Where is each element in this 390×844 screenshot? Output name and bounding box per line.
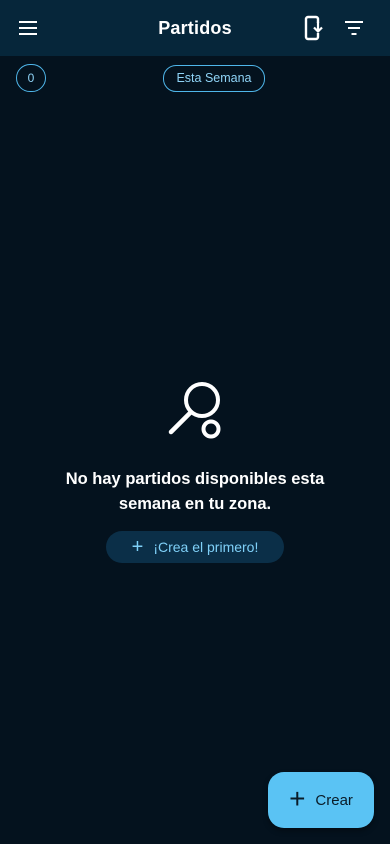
- create-fab-label: Crear: [315, 791, 353, 809]
- plus-icon: +: [131, 536, 144, 558]
- empty-state-message: No hay partidos disponibles esta semana …: [65, 470, 325, 513]
- create-fab[interactable]: + Crear: [268, 772, 374, 828]
- filter-button[interactable]: [336, 10, 372, 46]
- app-bar: Partidos: [0, 0, 390, 56]
- phone-download-icon: [304, 15, 323, 41]
- download-button[interactable]: [296, 10, 332, 46]
- menu-button[interactable]: [10, 10, 46, 46]
- week-filter-chip[interactable]: Esta Semana: [163, 65, 265, 92]
- create-first-label: ¡Crea el primero!: [153, 539, 259, 555]
- match-count-badge[interactable]: 0: [16, 64, 46, 92]
- create-first-button[interactable]: + ¡Crea el primero!: [106, 531, 284, 563]
- filter-icon: [345, 21, 363, 35]
- plus-icon: +: [289, 783, 306, 814]
- racket-ball-icon: [168, 382, 221, 439]
- hamburger-menu-icon: [19, 21, 37, 35]
